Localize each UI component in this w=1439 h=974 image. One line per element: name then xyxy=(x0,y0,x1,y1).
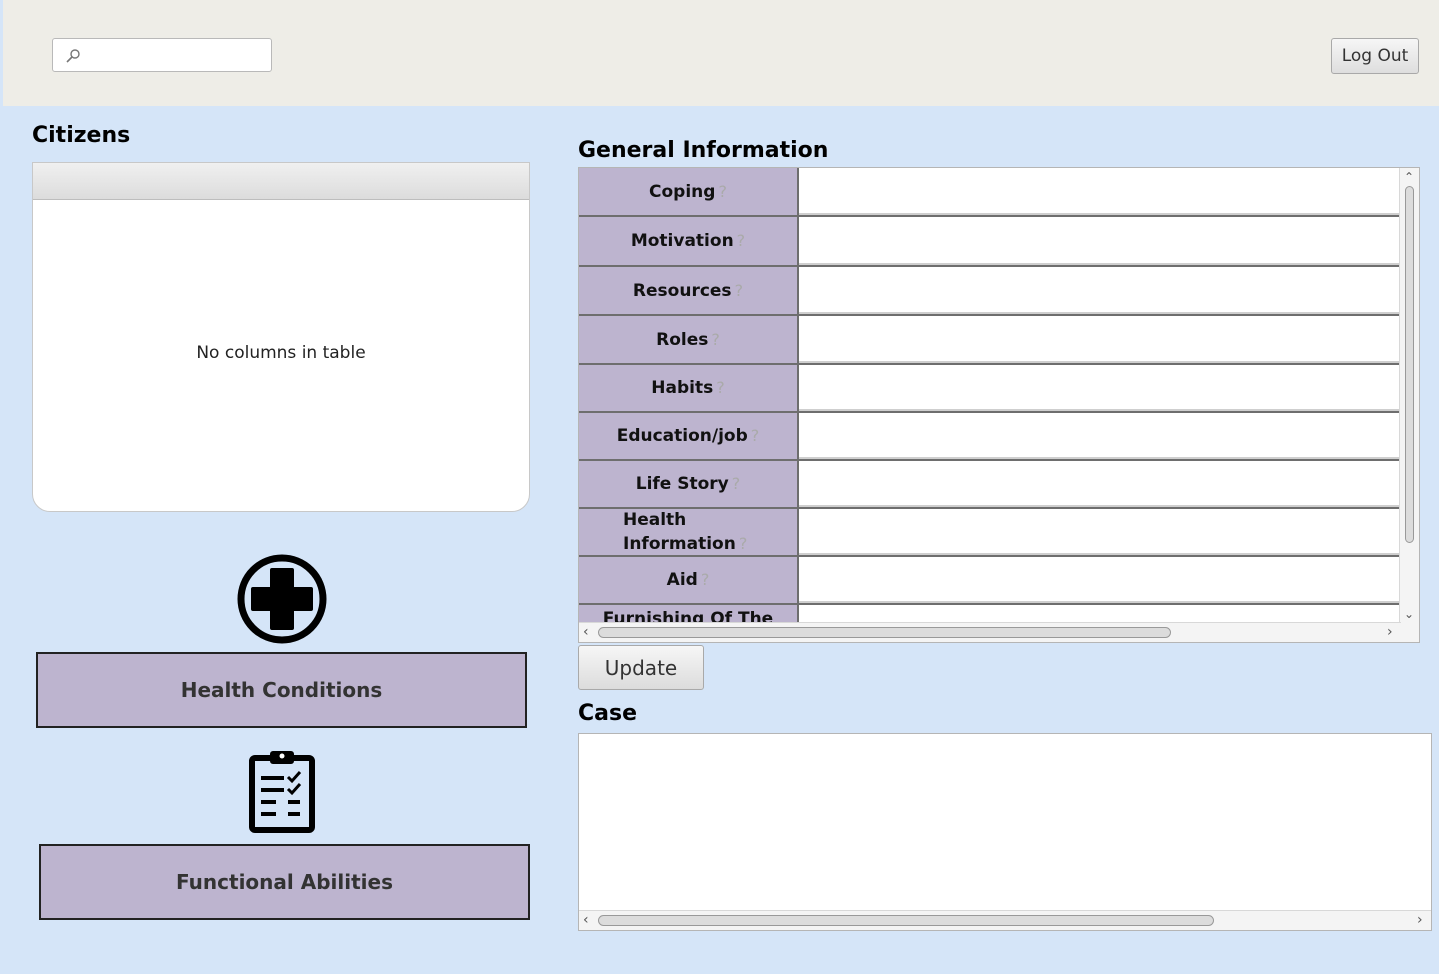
medical-plus-icon xyxy=(237,554,327,644)
horizontal-scrollbar[interactable]: ‹ › xyxy=(579,622,1401,642)
help-icon[interactable]: ? xyxy=(735,281,744,300)
scroll-left-icon[interactable]: ‹ xyxy=(583,625,589,639)
general-info-label-text-wrap: Resources? xyxy=(633,279,743,303)
scroll-left-icon[interactable]: ‹ xyxy=(583,913,589,927)
general-info-label-text: Education/job xyxy=(616,426,748,446)
general-info-label-text-wrap: Aid? xyxy=(667,568,710,592)
general-information-rows: Coping? Motivation? Resources? Roles? Habits… xyxy=(579,168,1401,623)
general-info-label-text-wrap: Habits? xyxy=(651,376,724,400)
general-info-label: Aid? xyxy=(579,557,799,603)
general-info-row: Furnishing Of The xyxy=(579,605,1401,623)
case-text-area[interactable]: ‹ › xyxy=(578,733,1432,931)
vertical-scrollbar[interactable]: ⌃ ⌄ xyxy=(1399,168,1419,623)
help-icon[interactable]: ? xyxy=(718,182,727,201)
general-info-label: Resources? xyxy=(579,267,799,314)
general-info-label: Coping? xyxy=(579,168,799,215)
logout-button[interactable]: Log Out xyxy=(1331,38,1419,74)
general-info-label: Furnishing Of The xyxy=(579,605,799,623)
general-info-row: Health Information? xyxy=(579,509,1401,557)
general-info-row: Education/job? xyxy=(579,413,1401,461)
general-info-label-text: Resources xyxy=(632,280,732,301)
help-icon[interactable]: ? xyxy=(739,534,748,553)
citizens-table[interactable]: No columns in table xyxy=(32,162,530,512)
general-info-label-text: Life Story xyxy=(635,474,729,494)
general-info-label: Health Information? xyxy=(579,509,799,555)
general-info-label: Education/job? xyxy=(579,413,799,459)
general-info-label-text-wrap: Life Story? xyxy=(636,472,741,496)
general-info-row: Roles? xyxy=(579,316,1401,365)
citizens-table-header xyxy=(33,163,529,200)
general-info-label-text: Aid xyxy=(666,570,698,590)
general-info-label-text-wrap: Education/job? xyxy=(617,424,760,448)
horizontal-scroll-thumb[interactable] xyxy=(598,627,1171,638)
case-title: Case xyxy=(578,701,638,726)
functional-abilities-button[interactable]: Functional Abilities xyxy=(39,844,530,920)
general-info-value-field[interactable] xyxy=(799,509,1401,555)
general-info-label-text: Motivation xyxy=(630,231,734,251)
general-info-value-field[interactable] xyxy=(799,168,1401,215)
scroll-right-icon[interactable]: › xyxy=(1417,913,1423,927)
general-info-row: Aid? xyxy=(579,557,1401,605)
general-info-value-field[interactable] xyxy=(799,365,1401,411)
search-icon xyxy=(66,49,80,63)
case-input[interactable] xyxy=(582,737,1426,911)
scroll-right-icon[interactable]: › xyxy=(1387,625,1393,639)
general-info-label-text-wrap: Furnishing Of The xyxy=(603,607,773,623)
general-info-label-text: Roles xyxy=(656,329,709,350)
general-info-row: Habits? xyxy=(579,365,1401,413)
general-info-label-text-wrap: Motivation? xyxy=(631,229,745,253)
citizens-title: Citizens xyxy=(32,123,131,148)
general-info-label-text-wrap: Roles? xyxy=(656,328,720,352)
general-info-value-field[interactable] xyxy=(799,605,1401,623)
clipboard-checklist-icon xyxy=(249,751,315,833)
general-info-value-field[interactable] xyxy=(799,267,1401,314)
help-icon[interactable]: ? xyxy=(711,330,720,349)
general-info-value-field[interactable] xyxy=(799,217,1401,265)
general-info-label: Motivation? xyxy=(579,217,799,265)
general-info-label-text: Habits xyxy=(651,378,714,398)
general-info-row: Resources? xyxy=(579,267,1401,316)
general-info-value-field[interactable] xyxy=(799,461,1401,507)
general-information-table[interactable]: Coping? Motivation? Resources? Roles? Habits… xyxy=(578,167,1420,643)
general-info-label: Roles? xyxy=(579,316,799,363)
health-conditions-button[interactable]: Health Conditions xyxy=(36,652,527,728)
general-info-label-text-wrap: Health Information? xyxy=(623,508,753,556)
search-field[interactable] xyxy=(52,38,272,72)
general-info-label-text: Furnishing Of The xyxy=(602,609,774,623)
general-info-value-field[interactable] xyxy=(799,557,1401,603)
scroll-down-icon[interactable]: ⌄ xyxy=(1404,608,1414,620)
general-information-title: General Information xyxy=(578,138,829,163)
general-info-value-field[interactable] xyxy=(799,316,1401,363)
citizens-empty-message: No columns in table xyxy=(196,343,366,363)
help-icon[interactable]: ? xyxy=(737,231,746,250)
general-info-label-text: Health Information xyxy=(623,510,736,554)
general-info-label-text: Coping xyxy=(649,181,716,202)
help-icon[interactable]: ? xyxy=(732,474,741,493)
help-icon[interactable]: ? xyxy=(751,426,760,445)
general-info-label: Habits? xyxy=(579,365,799,411)
top-toolbar: Log Out xyxy=(3,0,1439,106)
vertical-scroll-thumb[interactable] xyxy=(1405,186,1414,543)
case-horizontal-scrollbar[interactable]: ‹ › xyxy=(579,910,1431,930)
search-input[interactable] xyxy=(85,43,269,69)
general-info-row: Motivation? xyxy=(579,217,1401,267)
help-icon[interactable]: ? xyxy=(716,378,725,397)
general-info-value-field[interactable] xyxy=(799,413,1401,459)
general-info-row: Coping? xyxy=(579,168,1401,217)
scroll-up-icon[interactable]: ⌃ xyxy=(1404,171,1414,183)
help-icon[interactable]: ? xyxy=(701,570,710,589)
general-info-row: Life Story? xyxy=(579,461,1401,509)
case-horizontal-scroll-thumb[interactable] xyxy=(598,915,1214,926)
update-button[interactable]: Update xyxy=(578,645,704,690)
general-info-label-text-wrap: Coping? xyxy=(649,180,727,204)
general-info-label: Life Story? xyxy=(579,461,799,507)
